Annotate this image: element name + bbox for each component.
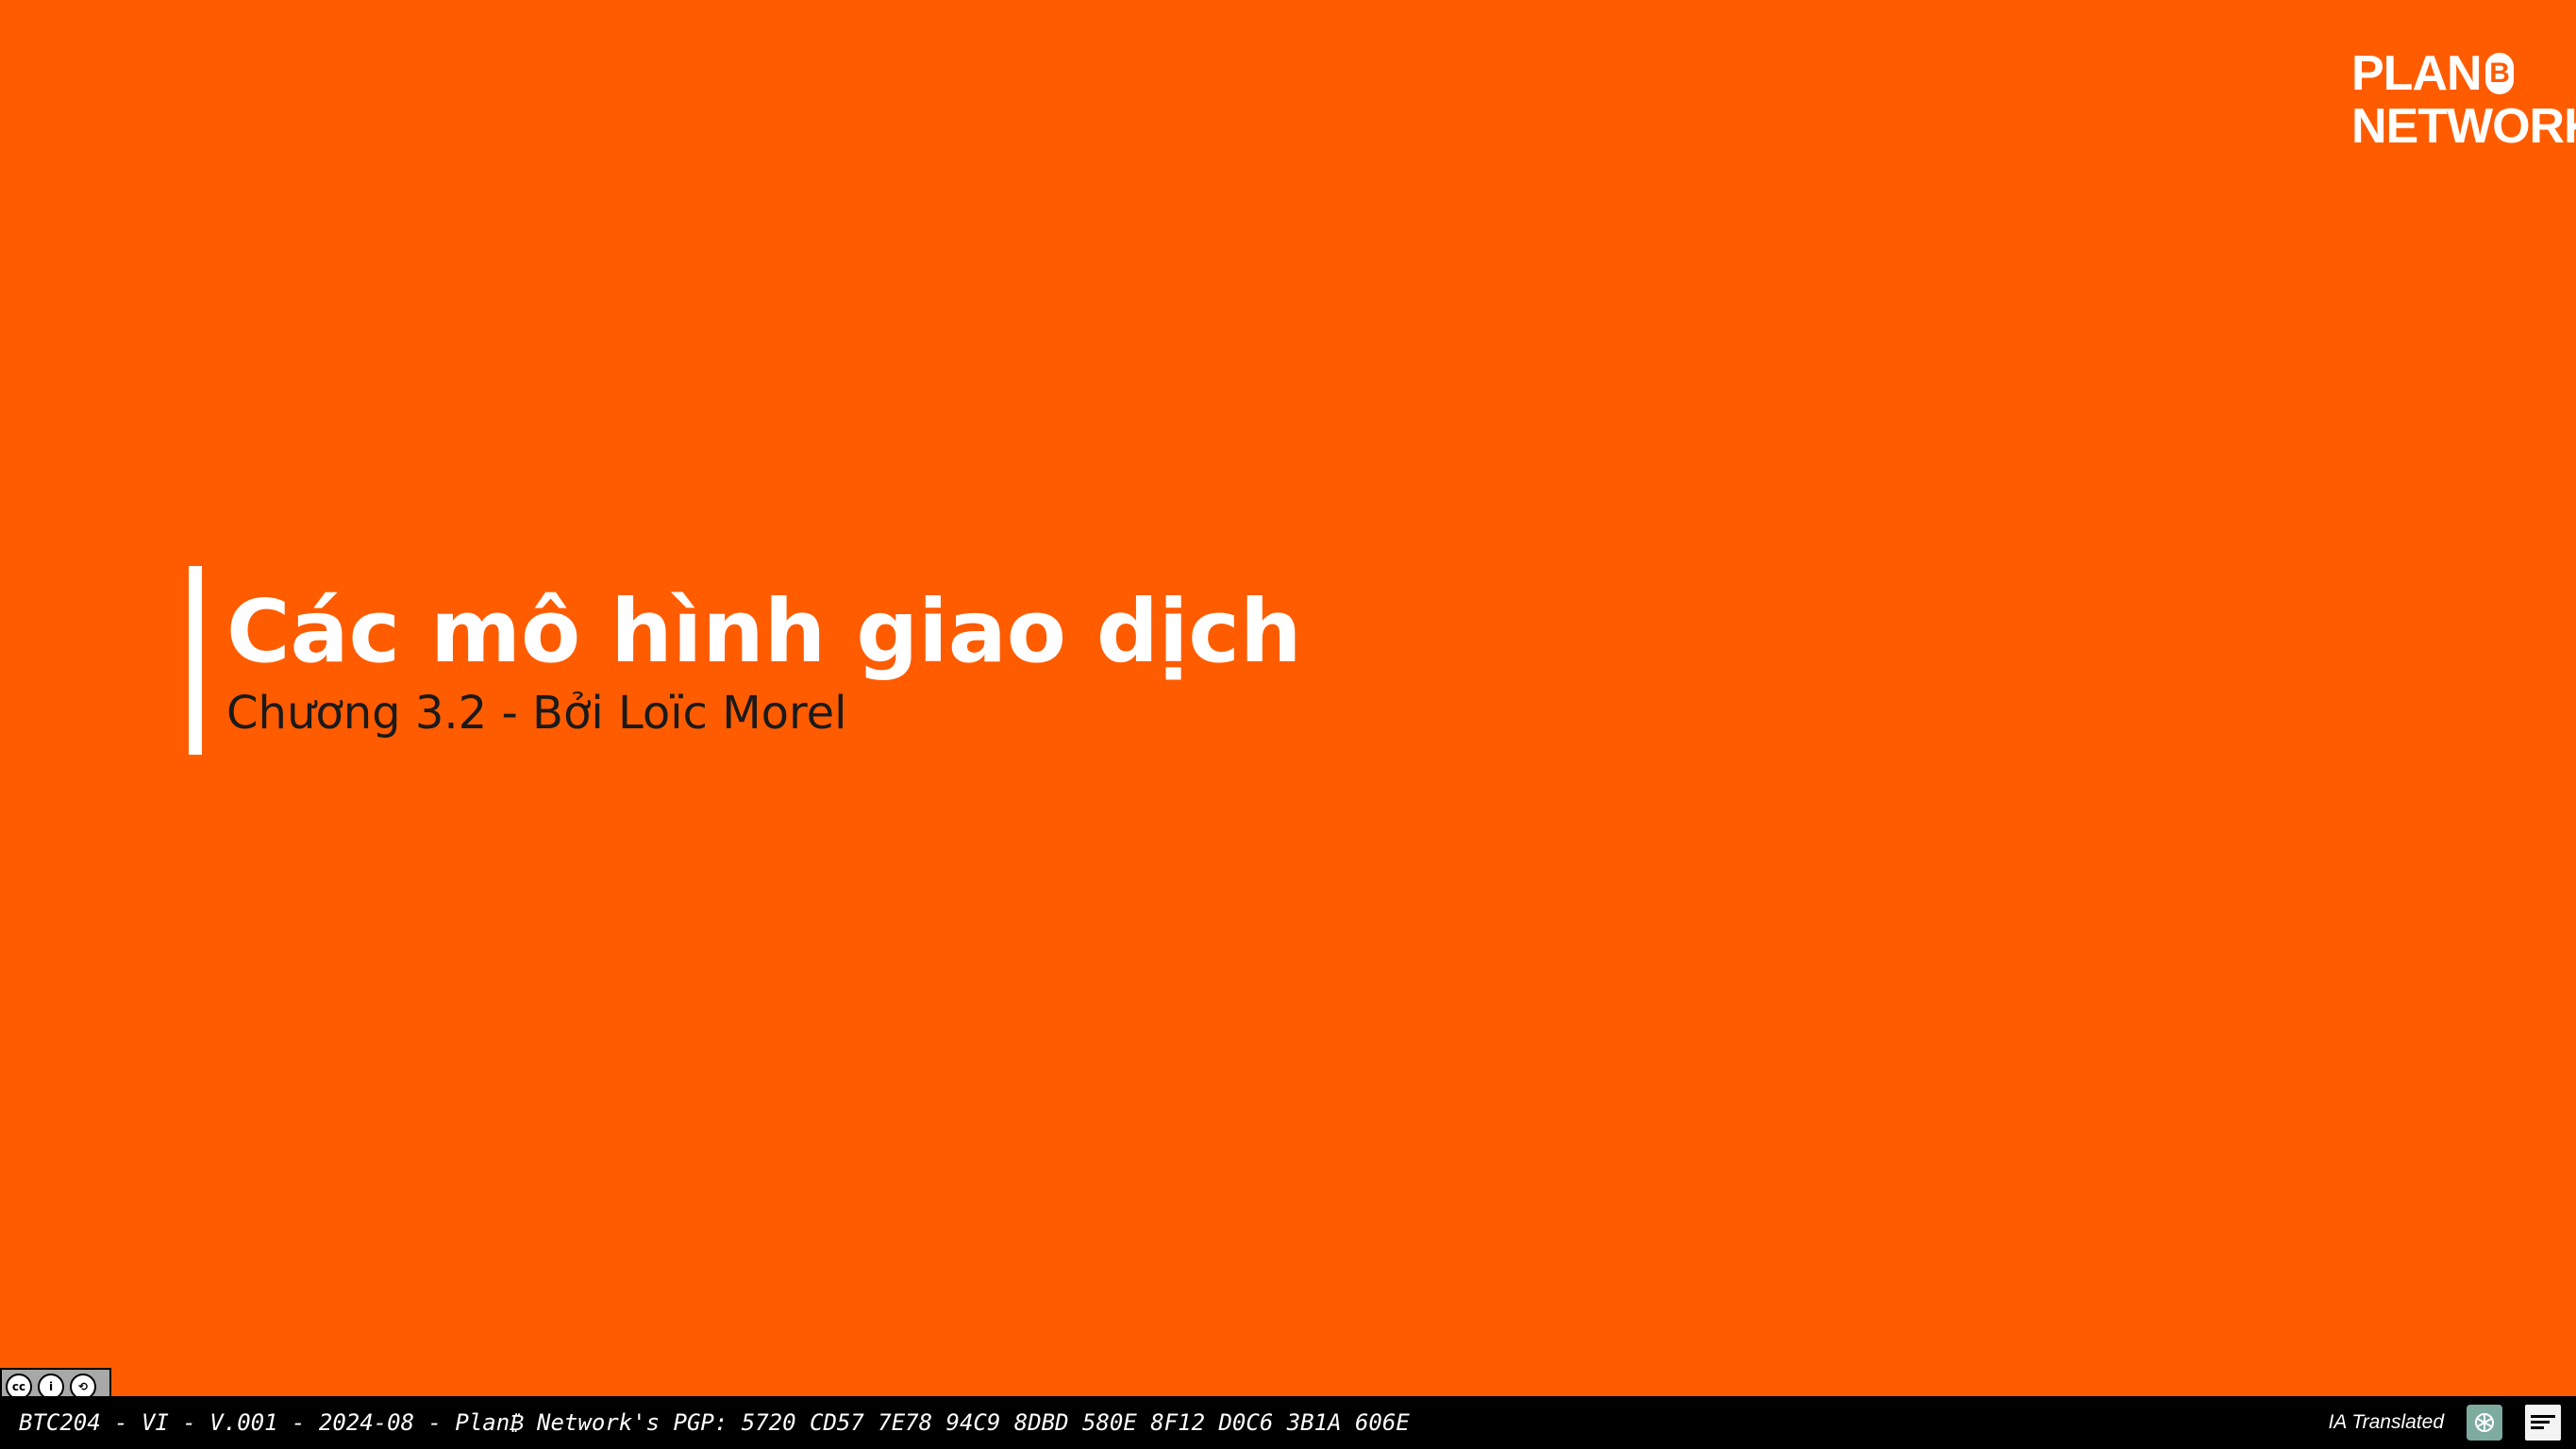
slide-subtitle: Chương 3.2 - Bởi Loïc Morel [226,687,847,740]
logo-line1: PLAN [2351,46,2483,101]
bitcoin-b-icon: B [2484,53,2514,94]
title-block: Các mô hình giao dịch Chương 3.2 - Bởi L… [189,566,1301,755]
slide: PLAN B NETWORK Các mô hình giao dịch Chư… [0,0,2576,1396]
footer-bar: BTC204 - VI - V.001 - 2024-08 - Plan₿ Ne… [0,1396,2576,1449]
planb-network-logo: PLAN B NETWORK [2351,46,2576,154]
translation-lab-icon [2525,1405,2561,1441]
logo-line2: NETWORK [2351,99,2576,154]
slide-title: Các mô hình giao dịch [226,581,1302,682]
footer-right: IA Translated [2328,1404,2561,1441]
openai-icon [2467,1405,2502,1441]
footer-info: BTC204 - VI - V.001 - 2024-08 - Plan₿ Ne… [19,1409,1410,1436]
ia-translated-label: IA Translated [2328,1411,2444,1433]
